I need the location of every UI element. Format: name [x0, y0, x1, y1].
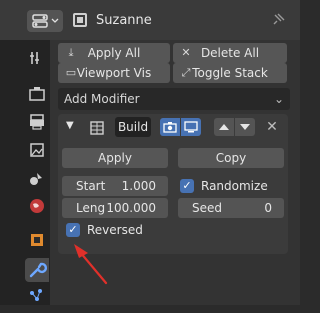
editor-type-icon [32, 14, 59, 28]
collapse-arrow-icon[interactable]: ▼ [66, 121, 76, 131]
apply-all-label: Apply All [87, 46, 141, 60]
expand-icon: ⤢ [181, 66, 191, 79]
monitor-icon: ▭ [65, 66, 77, 79]
start-label: Start [76, 179, 106, 193]
view-layer-tab[interactable] [25, 138, 49, 162]
modifier-name-field[interactable]: Build [115, 117, 151, 137]
delete-all-button[interactable]: ✕ Delete All [173, 43, 287, 63]
world-icon [30, 199, 44, 213]
download-icon: ⤓ [68, 46, 74, 59]
add-modifier-label: Add Modifier [64, 92, 140, 106]
build-modifier-icon [88, 119, 106, 137]
output-tab[interactable] [25, 110, 49, 134]
apply-button[interactable]: Apply [62, 148, 168, 168]
modifier-tab[interactable] [25, 258, 49, 282]
output-icon [30, 114, 44, 130]
camera-icon [163, 122, 177, 133]
editor-type-dropdown[interactable] [27, 10, 63, 32]
add-modifier-dropdown[interactable]: Add Modifier ⌄ [58, 88, 290, 110]
wrench-icon [29, 262, 48, 278]
scene-tab[interactable] [25, 166, 49, 190]
object-tab-icon [31, 234, 43, 246]
copy-button[interactable]: Copy [178, 148, 284, 168]
length-value: 100.000 [106, 201, 156, 215]
render-toggle-button[interactable] [160, 118, 180, 136]
render-icon [29, 87, 45, 101]
toggle-stack-button[interactable]: ⤢ Toggle Stack [173, 63, 287, 83]
particles-tab[interactable] [25, 285, 49, 309]
object-icon [73, 13, 87, 27]
length-field[interactable]: Leng 100.000 [62, 198, 168, 218]
viewport-toggle-button[interactable] [181, 118, 201, 136]
start-value: 1.000 [121, 179, 156, 193]
apply-all-button[interactable]: ⤓ Apply All [58, 43, 170, 63]
randomize-label: Randomize [201, 179, 268, 193]
length-label: Leng [76, 201, 106, 215]
reversed-label: Reversed [87, 223, 143, 237]
reversed-checkbox[interactable]: ✓ [66, 223, 80, 237]
scene-icon [30, 173, 42, 185]
tool-icon [30, 52, 39, 64]
delete-all-label: Delete All [200, 46, 260, 60]
remove-modifier-icon[interactable]: ✕ [264, 119, 280, 135]
seed-field[interactable]: Seed 0 [178, 198, 284, 218]
seed-value: 0 [264, 201, 272, 215]
chevron-down-icon: ⌄ [273, 92, 284, 106]
tool-tab[interactable] [25, 46, 49, 70]
triangle-down-icon [240, 124, 250, 130]
triangle-up-icon [219, 124, 229, 130]
randomize-checkbox[interactable]: ✓ [180, 179, 194, 193]
render-tab[interactable] [25, 82, 49, 106]
seed-label: Seed [192, 201, 222, 215]
toggle-stack-label: Toggle Stack [192, 66, 268, 80]
move-up-button[interactable] [214, 118, 234, 136]
start-field[interactable]: Start 1.000 [62, 176, 168, 196]
viewport-vis-label: Viewport Vis [76, 66, 152, 80]
particles-icon [30, 289, 42, 301]
close-icon: ✕ [181, 46, 191, 59]
viewport-vis-button[interactable]: ▭ Viewport Vis [58, 63, 170, 83]
world-tab[interactable] [25, 194, 49, 218]
pin-icon[interactable] [270, 12, 286, 28]
object-name: Suzanne [96, 13, 152, 28]
object-tab[interactable] [25, 228, 49, 252]
view-layer-icon [30, 143, 44, 157]
move-down-button[interactable] [235, 118, 255, 136]
monitor-icon [184, 121, 198, 133]
